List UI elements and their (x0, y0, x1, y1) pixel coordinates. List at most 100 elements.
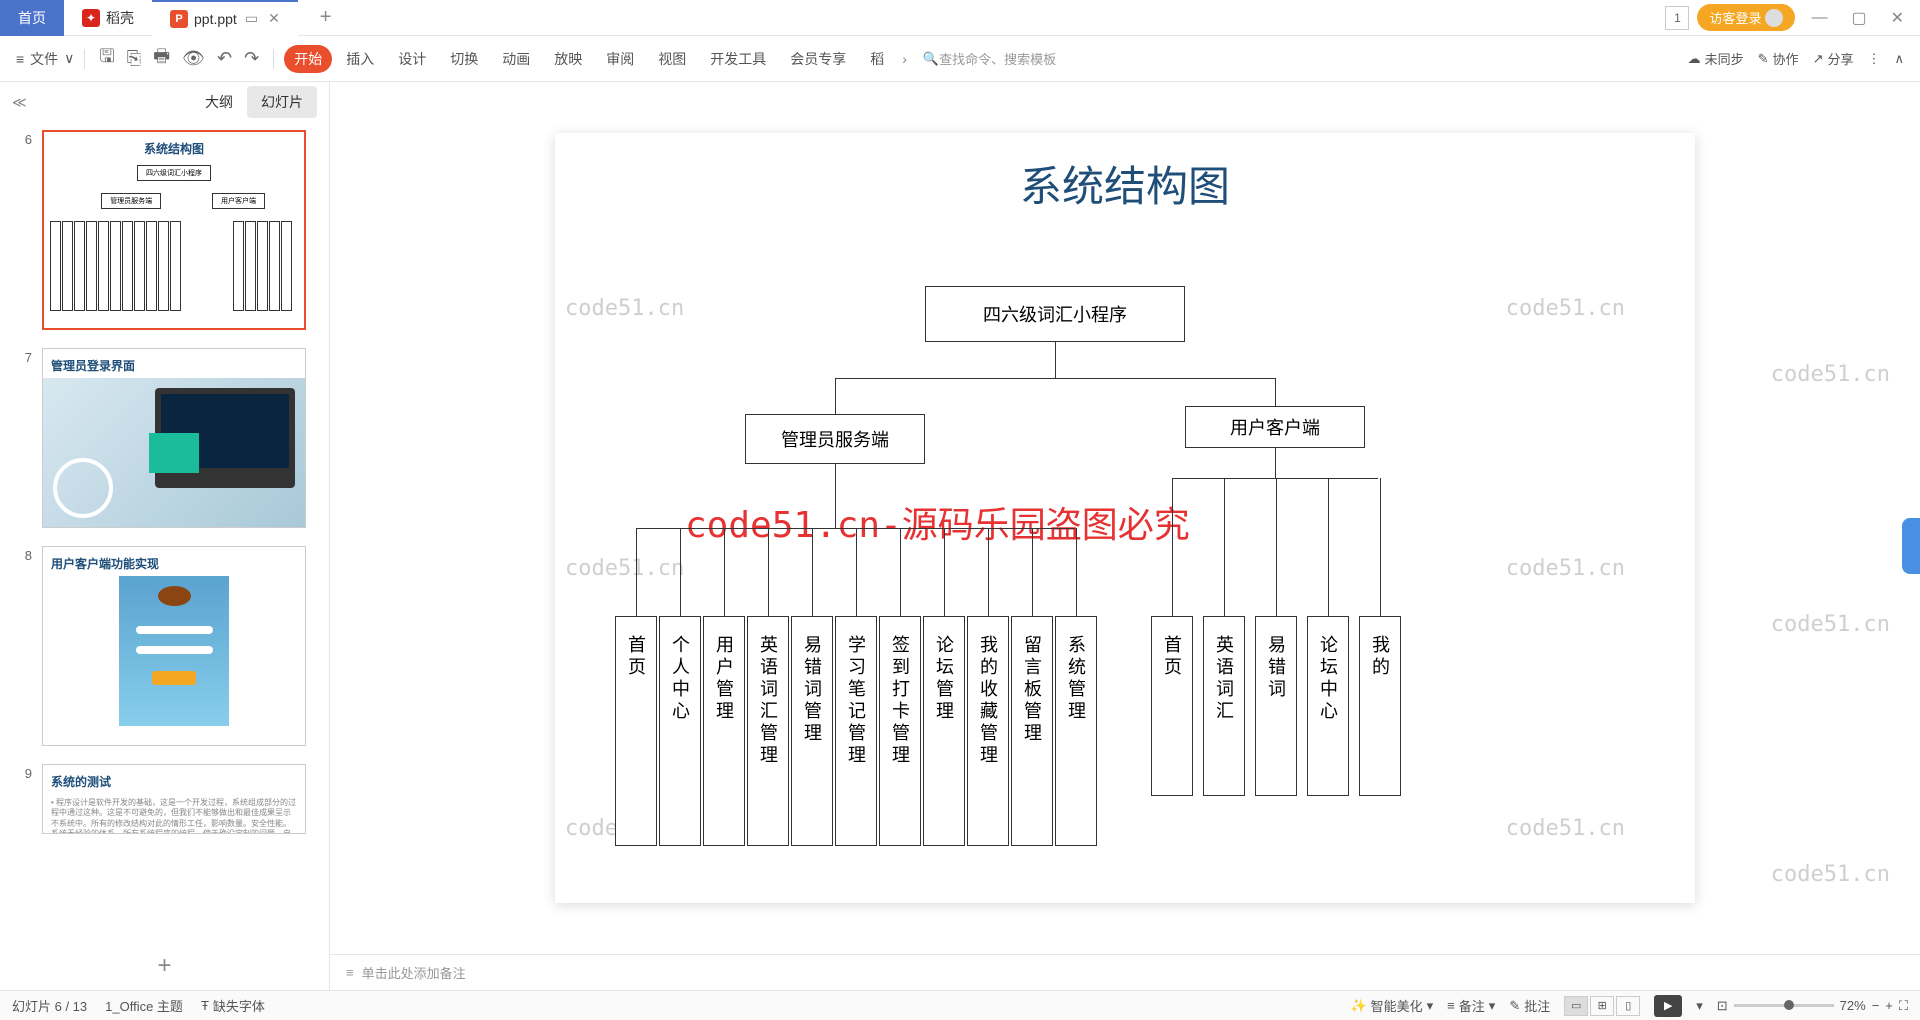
slide-counter: 幻灯片 6 / 13 (12, 996, 87, 1015)
sync-status[interactable]: ☁ 未同步 (1688, 49, 1744, 68)
ribbon-tab-start[interactable]: 开始 (284, 45, 332, 73)
ribbon-tab-slideshow[interactable]: 放映 (544, 45, 592, 73)
view-reading-button[interactable]: ▯ (1616, 996, 1640, 1016)
zoom-fit-icon[interactable]: ⊡ (1717, 998, 1728, 1014)
slide-content[interactable]: 系统结构图 code51.cn code51.cn code51.cn code… (555, 133, 1695, 903)
thumb-number: 8 (16, 546, 32, 563)
close-button[interactable]: ✕ (1883, 8, 1912, 28)
red-watermark: code51.cn-源码乐园盗图必究 (685, 496, 1190, 548)
side-panel-handle[interactable] (1902, 518, 1920, 574)
slideshow-button[interactable]: ▶ (1654, 995, 1682, 1017)
slide-title: 系统结构图 (555, 133, 1695, 226)
thumbnail-8[interactable]: 用户客户端功能实现 (42, 546, 306, 746)
ribbon-tab-extra[interactable]: 稻 (860, 45, 894, 73)
ribbon-more-icon[interactable]: › (902, 51, 907, 67)
watermark: code51.cn (1771, 862, 1890, 887)
menu-button[interactable]: ≡ 文件 ∨ (16, 49, 74, 69)
preview-icon[interactable]: 👁 (178, 48, 209, 69)
undo-icon[interactable]: ↶ (213, 48, 236, 69)
org-leaf-user: 首页 (1151, 616, 1193, 796)
tab-home[interactable]: 首页 (0, 0, 64, 36)
notes-area[interactable]: ≡ 单击此处添加备注 (330, 954, 1920, 990)
minimize-button[interactable]: — (1803, 9, 1835, 27)
tab-add-button[interactable]: + (310, 6, 342, 29)
org-user-node: 用户客户端 (1185, 406, 1365, 448)
command-search[interactable]: 🔍 查找命令、搜索模板 (923, 49, 1056, 68)
org-leaf-admin: 首页 (615, 616, 657, 846)
slideshow-dropdown-icon[interactable]: ▾ (1696, 998, 1703, 1014)
window-count-icon[interactable]: 1 (1665, 6, 1689, 30)
zoom-level[interactable]: 72% (1840, 998, 1866, 1013)
avatar-icon (1765, 9, 1783, 27)
outline-tab[interactable]: 大纲 (191, 86, 247, 118)
sync-label: 未同步 (1705, 49, 1744, 68)
ribbon-tab-transition[interactable]: 切换 (440, 45, 488, 73)
fullscreen-icon[interactable]: ⛶ (1899, 998, 1908, 1014)
ribbon-tab-devtools[interactable]: 开发工具 (700, 45, 776, 73)
tab-file-label: ppt.ppt (194, 11, 237, 27)
thumbnail-6[interactable]: 系统结构图 四六级词汇小程序 管理员服务端 用户客户端 (42, 130, 306, 330)
docker-icon: ✦ (82, 9, 100, 27)
org-leaf-user: 我的 (1359, 616, 1401, 796)
slide-viewport[interactable]: code51.cn code51.cn code51.cn 系统结构图 code… (330, 82, 1920, 954)
org-admin-node: 管理员服务端 (745, 414, 925, 464)
notes-icon: ≡ (346, 965, 354, 980)
more-menu-icon[interactable]: ⋮ (1867, 51, 1880, 67)
watermark: code51.cn (565, 296, 684, 321)
statusbar: 幻灯片 6 / 13 1_Office 主题 Ŧ 缺失字体 ✨ 智能美化 ▾ ≡… (0, 990, 1920, 1020)
notes-toggle[interactable]: ≡ 备注 ▾ (1447, 996, 1495, 1015)
beautify-button[interactable]: ✨ 智能美化 ▾ (1350, 996, 1433, 1015)
tab-close-icon[interactable]: ✕ (268, 10, 280, 27)
tab-file-ppt[interactable]: P ppt.ppt ▭ ✕ (152, 0, 298, 36)
share-button[interactable]: ↗ 分享 (1813, 49, 1854, 68)
save-as-icon[interactable]: ⎘ (123, 48, 145, 69)
ribbon-tab-member[interactable]: 会员专享 (780, 45, 856, 73)
zoom-out-icon[interactable]: − (1872, 998, 1880, 1013)
org-leaf-admin: 学习笔记管理 (835, 616, 877, 846)
thumb-title: 系统结构图 (44, 132, 304, 161)
ribbon-tab-review[interactable]: 审阅 (596, 45, 644, 73)
org-root-node: 四六级词汇小程序 (925, 286, 1185, 342)
org-leaf-admin: 我的收藏管理 (967, 616, 1009, 846)
org-leaf-user: 易错词 (1255, 616, 1297, 796)
print-icon[interactable]: 🖶 (149, 44, 174, 74)
thumb-number: 9 (16, 764, 32, 781)
add-slide-button[interactable]: + (0, 942, 329, 990)
thumbnail-9[interactable]: 系统的测试 • 程序设计是软件开发的基础，这是一个开发过程，系统组成部分的过程中… (42, 764, 306, 834)
watermark: code51.cn (565, 556, 684, 581)
guest-login-button[interactable]: 访客登录 (1697, 4, 1795, 31)
comments-button[interactable]: ✎ 批注 (1509, 996, 1550, 1015)
maximize-button[interactable]: ▢ (1843, 8, 1874, 28)
beautify-label: 智能美化 (1371, 996, 1423, 1015)
slides-tab[interactable]: 幻灯片 (247, 86, 317, 118)
save-icon[interactable]: 🖫 (95, 44, 118, 74)
org-chart: code51.cn code51.cn code51.cn code51.cn … (555, 226, 1695, 866)
ribbon-tab-view[interactable]: 视图 (648, 45, 696, 73)
ribbon-tab-insert[interactable]: 插入 (336, 45, 384, 73)
zoom-slider[interactable] (1734, 1004, 1834, 1007)
view-sorter-button[interactable]: ⊞ (1590, 996, 1614, 1016)
ribbon-tab-animation[interactable]: 动画 (492, 45, 540, 73)
main-area: ≪ 大纲 幻灯片 6 系统结构图 四六级词汇小程序 管理员服务端 用户客户端 (0, 82, 1920, 990)
org-leaf-user: 论坛中心 (1307, 616, 1349, 796)
canvas-area: code51.cn code51.cn code51.cn 系统结构图 code… (330, 82, 1920, 990)
redo-icon[interactable]: ↷ (240, 48, 263, 69)
thumbnail-list[interactable]: 6 系统结构图 四六级词汇小程序 管理员服务端 用户客户端 (0, 122, 329, 942)
org-leaf-admin: 用户管理 (703, 616, 745, 846)
collab-label: 协作 (1773, 49, 1799, 68)
theme-name[interactable]: 1_Office 主题 (105, 996, 183, 1015)
ribbon-tab-design[interactable]: 设计 (388, 45, 436, 73)
collab-button[interactable]: ✎ 协作 (1758, 49, 1799, 68)
missing-font-button[interactable]: Ŧ 缺失字体 (201, 996, 265, 1015)
tab-home-label: 首页 (18, 8, 46, 28)
zoom-in-icon[interactable]: + (1885, 998, 1893, 1013)
slide-panel: ≪ 大纲 幻灯片 6 系统结构图 四六级词汇小程序 管理员服务端 用户客户端 (0, 82, 330, 990)
org-leaf-admin: 英语词汇管理 (747, 616, 789, 846)
thumbnail-7[interactable]: 管理员登录界面 (42, 348, 306, 528)
view-normal-button[interactable]: ▭ (1564, 996, 1588, 1016)
zoom-control: ⊡ 72% − + ⛶ (1717, 998, 1908, 1014)
expand-ribbon-icon[interactable]: ∧ (1894, 51, 1904, 67)
collapse-panel-icon[interactable]: ≪ (12, 94, 27, 111)
tab-screen-icon[interactable]: ▭ (245, 10, 258, 27)
tab-docker[interactable]: ✦ 稻壳 (64, 0, 152, 36)
